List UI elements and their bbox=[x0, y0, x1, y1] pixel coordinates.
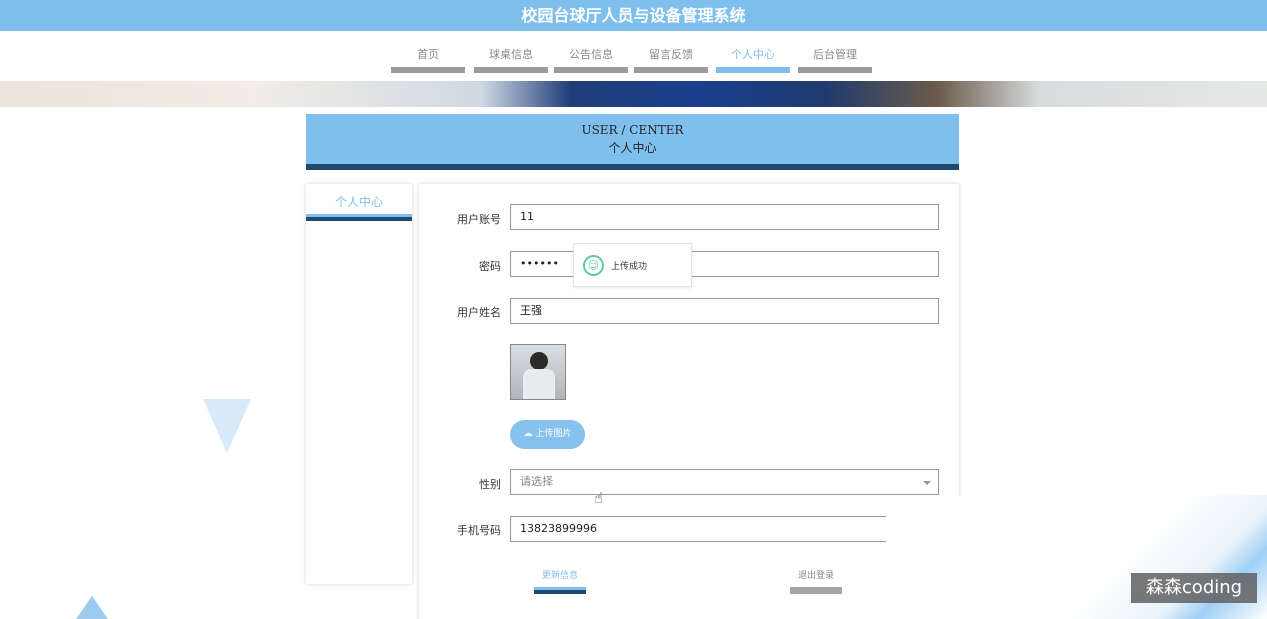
nav-tables-label: 球桌信息 bbox=[489, 48, 533, 61]
nav-tables-underline bbox=[474, 67, 548, 73]
sidebar: 个人中心 bbox=[306, 184, 412, 584]
logout-label: 退出登录 bbox=[797, 571, 834, 581]
nav-home-label: 首页 bbox=[417, 48, 439, 61]
upload-image-label: 上传图片 bbox=[535, 429, 572, 439]
section-header-en: USER / CENTER bbox=[581, 123, 684, 137]
nav-tables[interactable]: 球桌信息 bbox=[474, 31, 548, 73]
nav-notices[interactable]: 公告信息 bbox=[554, 31, 628, 73]
nav-notices-label: 公告信息 bbox=[569, 48, 613, 61]
nav-admin[interactable]: 后台管理 bbox=[798, 31, 872, 73]
account-input[interactable]: 11 bbox=[510, 204, 939, 230]
upload-image-button[interactable]: ☁ 上传图片 bbox=[510, 420, 585, 449]
hand-cursor-icon: ☝ bbox=[594, 489, 604, 507]
toast-message: 上传成功 bbox=[611, 262, 648, 272]
account-label: 用户账号 bbox=[457, 213, 501, 226]
nav-feedback[interactable]: 留言反馈 bbox=[634, 31, 708, 73]
name-input[interactable]: 王强 bbox=[510, 298, 939, 324]
section-header: USER / CENTER 个人中心 bbox=[306, 114, 959, 170]
password-label: 密码 bbox=[479, 260, 501, 273]
update-info-button[interactable]: 更新信息 bbox=[534, 568, 586, 594]
app-title: 校园台球厅人员与设备管理系统 bbox=[0, 0, 1267, 31]
sidebar-item-underline bbox=[306, 214, 412, 221]
nav-admin-label: 后台管理 bbox=[813, 48, 857, 61]
update-info-underline bbox=[534, 587, 586, 594]
name-label: 用户姓名 bbox=[457, 306, 501, 319]
gender-label: 性别 bbox=[479, 478, 501, 491]
gender-select[interactable]: 请选择 bbox=[510, 469, 939, 495]
nav-feedback-label: 留言反馈 bbox=[649, 48, 693, 61]
nav-user-center[interactable]: 个人中心 bbox=[716, 31, 790, 73]
logout-underline bbox=[790, 587, 842, 594]
update-info-label: 更新信息 bbox=[541, 571, 578, 581]
nav-notices-underline bbox=[554, 67, 628, 73]
nav-home[interactable]: 首页 bbox=[391, 31, 465, 73]
success-toast: ☺ 上传成功 bbox=[573, 243, 692, 287]
nav-user-center-label: 个人中心 bbox=[731, 48, 775, 61]
avatar-head bbox=[530, 352, 548, 370]
cloud-upload-icon: ☁ bbox=[523, 429, 533, 439]
banner-image bbox=[0, 81, 1267, 107]
logout-button[interactable]: 退出登录 bbox=[790, 568, 842, 594]
watermark: 森森coding bbox=[1131, 573, 1257, 603]
avatar-body bbox=[523, 369, 555, 399]
sidebar-item-user-center[interactable]: 个人中心 bbox=[306, 184, 412, 214]
nav-admin-underline bbox=[798, 67, 872, 73]
phone-input[interactable]: 13823899996 bbox=[510, 516, 939, 542]
nav-feedback-underline bbox=[634, 67, 708, 73]
section-header-cn: 个人中心 bbox=[608, 141, 657, 155]
top-nav: 首页 球桌信息 公告信息 留言反馈 个人中心 后台管理 bbox=[0, 31, 1267, 81]
decorative-triangle-small bbox=[74, 596, 110, 619]
decorative-triangle bbox=[203, 399, 251, 453]
page: 校园台球厅人员与设备管理系统 首页 球桌信息 公告信息 留言反馈 个人中心 后台… bbox=[0, 0, 1267, 619]
avatar bbox=[510, 344, 566, 400]
gender-select-placeholder: 请选择 bbox=[520, 475, 553, 488]
nav-home-underline bbox=[391, 67, 465, 73]
smile-icon: ☺ bbox=[583, 255, 604, 276]
chevron-down-icon bbox=[923, 481, 931, 485]
nav-user-center-underline bbox=[716, 67, 790, 73]
phone-label: 手机号码 bbox=[457, 524, 501, 537]
